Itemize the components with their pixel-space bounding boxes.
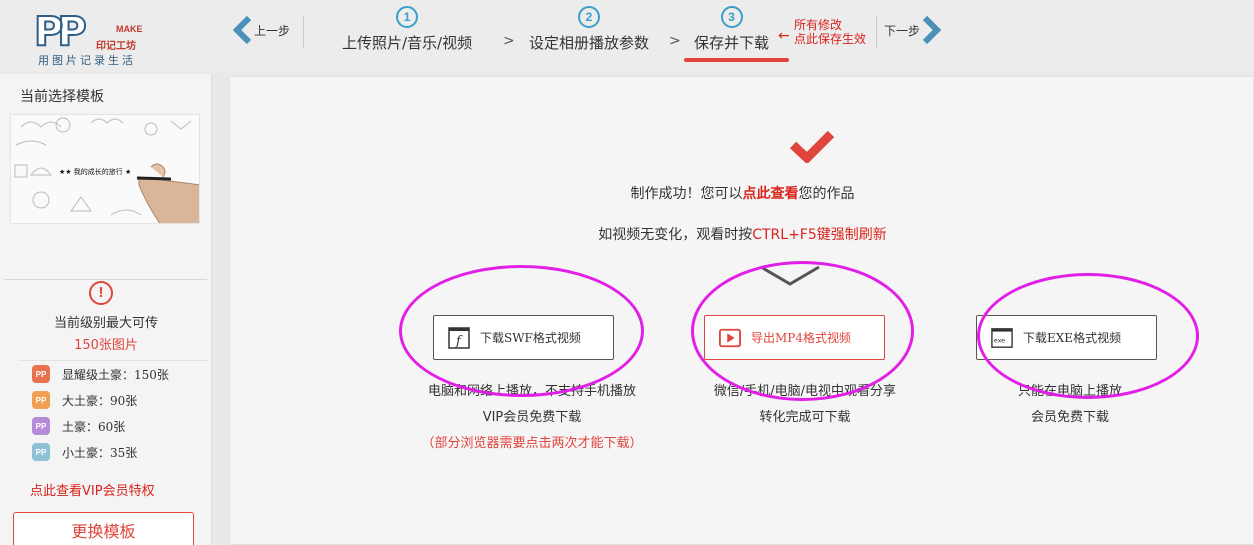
step-number: 2	[578, 6, 600, 28]
member-level-label: 显耀级土豪：150张	[62, 367, 169, 382]
member-level-row: PP 土豪：60张	[18, 413, 208, 439]
mp4-desc-line: 微信/手机/电脑/电视中观看分享	[713, 384, 897, 399]
upload-limit-label: 当前级别最大可传	[53, 316, 158, 331]
next-step-label: 下一步	[884, 23, 921, 38]
exe-description: 只能在电脑上播放 会员免费下载	[970, 379, 1170, 431]
exe-icon: exe	[991, 327, 1013, 349]
swf-description: 电脑和网络上播放，不支持手机播放 VIP会员免费下载 （部分浏览器需要点击两次才…	[412, 379, 652, 457]
template-caption: ★★ 我的成长的旅行 ★	[59, 167, 131, 176]
chevron-down-icon	[760, 265, 820, 286]
step-number: 1	[396, 6, 419, 28]
checkmark-icon	[789, 130, 835, 163]
swf-browser-note: （部分浏览器需要点击两次才能下载）	[421, 436, 643, 451]
step-number: 3	[720, 6, 743, 28]
main-panel: 制作成功！您可以点此查看您的作品 如视频无变化，观看时按CTRL+F5键强制刷新…	[229, 76, 1254, 545]
step-label: 设定相册播放参数	[529, 34, 650, 52]
chevron-left-icon	[232, 15, 252, 45]
flash-icon: f	[448, 326, 470, 349]
refresh-hint: 如视频无变化，观看时按CTRL+F5键强制刷新	[230, 224, 1254, 244]
refresh-shortcut: CTRL+F5键强制刷新	[752, 227, 887, 243]
top-header: PP MAKE 印记工坊 用图片记录生活 上一步 1 上传照片/音乐/视频 > …	[0, 0, 1254, 72]
save-hint-line2: 点此保存生效	[794, 32, 867, 46]
view-work-link[interactable]: 点此查看	[743, 186, 799, 202]
chevron-right-icon	[922, 15, 942, 45]
export-mp4-button[interactable]: 导出MP4格式视频	[704, 315, 885, 360]
step-arrow: >	[503, 33, 515, 49]
step-label: 保存并下载	[694, 34, 770, 52]
nav-divider	[876, 16, 877, 48]
download-swf-button[interactable]: f 下载SWF格式视频	[433, 315, 614, 360]
exe-desc-line: 只能在电脑上播放	[1017, 384, 1122, 399]
member-level-label: 大土豪：90张	[62, 393, 138, 408]
refresh-prefix: 如视频无变化，观看时按	[598, 227, 753, 243]
logo-mark: PP	[33, 9, 88, 55]
change-template-button[interactable]: 更换模板	[13, 512, 194, 545]
template-preview-image: ★★ 我的成长的旅行 ★	[14, 117, 199, 223]
swf-desc-line: 电脑和网络上播放，不支持手机播放	[427, 384, 636, 399]
sidebar: 当前选择模板 ★★ 我的成长的旅行 ★ ! 当前级别最大可传 150张图片 PP…	[0, 74, 212, 545]
next-step-button[interactable]: 下一步	[884, 10, 942, 50]
step-save-download[interactable]: 3 保存并下载	[684, 6, 790, 62]
play-icon	[719, 327, 741, 349]
step-upload[interactable]: 1 上传照片/音乐/视频	[342, 6, 472, 53]
member-level-row: PP 显耀级土豪：150张	[18, 361, 208, 387]
sidebar-title: 当前选择模板	[20, 89, 104, 105]
member-level-row: PP 大土豪：90张	[18, 387, 208, 413]
step-settings[interactable]: 2 设定相册播放参数	[529, 6, 649, 53]
nav-divider	[303, 16, 304, 48]
step-arrow: >	[669, 33, 681, 49]
pp-badge-icon: PP	[32, 365, 50, 383]
arrow-left-icon: ←	[778, 28, 790, 44]
exe-icon-text: exe	[994, 336, 1005, 344]
export-mp4-label: 导出MP4格式视频	[751, 331, 851, 345]
download-swf-label: 下载SWF格式视频	[480, 331, 581, 345]
mp4-desc-line: 转化完成可下载	[759, 410, 851, 425]
member-levels: PP 显耀级土豪：150张 PP 大土豪：90张 PP 土豪：60张 PP 小土…	[18, 360, 208, 465]
success-suffix: 您的作品	[798, 186, 855, 202]
save-hint[interactable]: ← 所有修改 点此保存生效	[778, 18, 866, 46]
logo-slogan: 用图片记录生活	[38, 54, 136, 67]
svg-text:f: f	[455, 334, 463, 349]
logo-brand: 印记工坊	[96, 41, 136, 52]
success-message: 制作成功！您可以点此查看您的作品	[230, 183, 1254, 203]
active-step-underline	[684, 58, 790, 62]
exe-desc-line: 会员免费下载	[1030, 410, 1109, 425]
warning-icon: !	[89, 281, 113, 305]
prev-step-button[interactable]: 上一步	[232, 10, 290, 50]
member-level-row: PP 小土豪：35张	[18, 439, 208, 465]
member-level-label: 小土豪：35张	[62, 445, 138, 460]
pp-badge-icon: PP	[32, 391, 50, 409]
mp4-description: 微信/手机/电脑/电视中观看分享 转化完成可下载	[690, 379, 920, 431]
save-hint-line1: 所有修改	[794, 18, 843, 32]
step-label: 上传照片/音乐/视频	[342, 34, 473, 52]
member-level-label: 土豪：60张	[62, 419, 126, 434]
download-exe-button[interactable]: exe 下载EXE格式视频	[976, 315, 1157, 360]
sidebar-divider	[4, 279, 207, 280]
download-exe-label: 下载EXE格式视频	[1023, 331, 1122, 345]
vip-privileges-link[interactable]: 点此查看VIP会员特权	[30, 480, 155, 499]
upload-limit-value: 150张图片	[74, 338, 138, 353]
template-thumbnail[interactable]: ★★ 我的成长的旅行 ★	[10, 114, 200, 224]
logo: PP MAKE 印记工坊 用图片记录生活	[33, 9, 154, 68]
success-prefix: 制作成功！您可以	[630, 186, 743, 202]
pp-badge-icon: PP	[32, 443, 50, 461]
prev-step-label: 上一步	[254, 23, 291, 38]
swf-desc-line: VIP会员免费下载	[482, 410, 582, 425]
logo-make: MAKE	[116, 24, 143, 34]
pp-badge-icon: PP	[32, 417, 50, 435]
